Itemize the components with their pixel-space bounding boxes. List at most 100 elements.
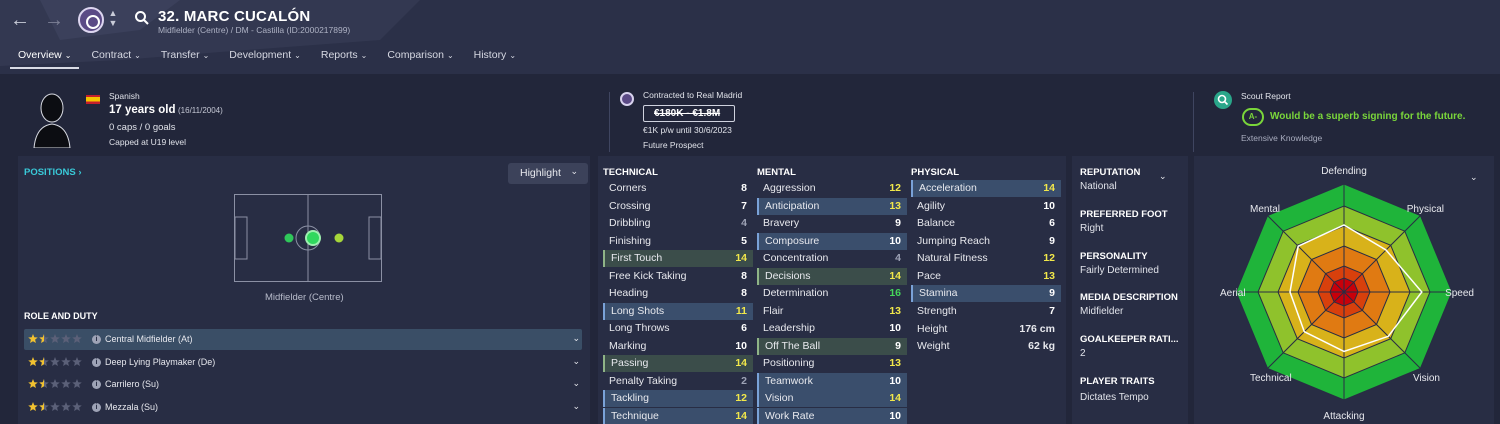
attribute-name: Flair [763, 304, 784, 317]
attribute-row[interactable]: Natural Fitness 12 [911, 250, 1061, 267]
back-arrow-icon[interactable]: ← [8, 8, 32, 32]
tab-reports[interactable]: Reports ⌄ [313, 45, 375, 69]
attribute-name: Vision [765, 392, 794, 404]
attribute-row[interactable]: Jumping Reach 9 [911, 233, 1061, 250]
info-icon[interactable]: i [92, 358, 101, 367]
chevron-right-icon: › [78, 167, 82, 178]
attribute-value: 13 [889, 357, 901, 369]
attribute-row[interactable]: Pace 13 [911, 268, 1061, 285]
attribute-row[interactable]: Free Kick Taking 8 [603, 268, 753, 285]
chevron-down-icon[interactable]: ⌄ [572, 333, 580, 344]
attribute-value: 14 [889, 269, 901, 282]
tab-overview[interactable]: Overview ⌄ [10, 45, 80, 69]
goalkeeper-value: 2 [1080, 348, 1086, 359]
attribute-name: Concentration [763, 252, 829, 264]
star-rating-icon [28, 357, 84, 367]
tab-contract[interactable]: Contract ⌄ [83, 45, 148, 69]
spain-flag-icon [86, 95, 100, 104]
player-switch-icon[interactable]: ▲ ▼ [108, 8, 118, 34]
star-rating-icon [28, 379, 84, 389]
attribute-row[interactable]: Passing 14 [603, 355, 753, 372]
attribute-row[interactable]: Corners 8 [603, 180, 753, 197]
chevron-down-icon[interactable]: ⌄ [572, 378, 580, 389]
attribute-name: First Touch [611, 252, 663, 264]
attribute-value: 11 [735, 304, 747, 317]
role-row[interactable]: i Deep Lying Playmaker (De) ⌄ [24, 352, 582, 373]
transfer-value[interactable]: €180K - €1.8M [643, 105, 735, 122]
contracted-to: Contracted to Real Madrid [643, 90, 743, 100]
tab-comparison[interactable]: Comparison ⌄ [379, 45, 461, 69]
tab-history[interactable]: History ⌄ [466, 45, 524, 69]
scout-search-icon[interactable] [1214, 91, 1232, 109]
search-icon[interactable] [134, 10, 150, 26]
attribute-row[interactable]: Acceleration 14 [911, 180, 1061, 197]
scout-summary: Would be a superb signing for the future… [1270, 111, 1466, 122]
attribute-row[interactable]: Flair 13 [757, 303, 907, 320]
attribute-row[interactable]: Agility 10 [911, 198, 1061, 215]
attribute-row[interactable]: Marking 10 [603, 338, 753, 355]
attribute-name: Decisions [765, 269, 811, 282]
attribute-row[interactable]: Heading 8 [603, 285, 753, 302]
attribute-value: 13 [889, 199, 901, 212]
attribute-row[interactable]: Decisions 14 [757, 267, 907, 285]
attribute-row[interactable]: Leadership 10 [757, 320, 907, 337]
attribute-row[interactable]: Work Rate 10 [757, 407, 907, 424]
highlight-dropdown[interactable]: Highlight ⌄ [508, 163, 588, 184]
preferred-foot-heading: PREFERRED FOOT [1080, 209, 1168, 220]
attribute-value: 8 [741, 269, 747, 282]
weight-value: 62 kg [1028, 340, 1055, 352]
tab-label: Development [229, 49, 292, 61]
attribute-row[interactable]: Teamwork 10 [757, 372, 907, 390]
attribute-row[interactable]: Vision 14 [757, 390, 907, 407]
chevron-down-icon[interactable]: ⌄ [572, 356, 580, 367]
height-value: 176 cm [1019, 323, 1055, 335]
info-icon[interactable]: i [92, 380, 101, 389]
chevron-down-icon[interactable]: ⌄ [572, 401, 580, 412]
attribute-radar-chart: Defending Physical Speed Vision Attacking Tec… [1220, 166, 1474, 422]
attribute-row[interactable]: Strength 7 [911, 303, 1061, 320]
attribute-row[interactable]: Positioning 13 [757, 355, 907, 372]
attribute-name: Work Rate [765, 409, 815, 422]
info-icon[interactable]: i [92, 335, 101, 344]
attribute-row[interactable]: Composure 10 [757, 232, 907, 250]
radar-label: Mental [1250, 204, 1280, 215]
attribute-name: Finishing [609, 234, 652, 247]
role-row[interactable]: i Mezzala (Su) ⌄ [24, 397, 582, 418]
info-icon[interactable]: i [92, 403, 101, 412]
attribute-row[interactable]: Penalty Taking 2 [603, 373, 753, 390]
chevron-down-icon: ⌄ [570, 166, 578, 176]
attribute-name: Penalty Taking [609, 374, 678, 387]
attribute-row[interactable]: Bravery 9 [757, 215, 907, 232]
prospect-status: Future Prospect [643, 140, 704, 150]
positions-heading[interactable]: POSITIONS › [24, 167, 82, 178]
tab-transfer[interactable]: Transfer ⌄ [153, 45, 217, 69]
player-silhouette-icon [32, 90, 72, 149]
attribute-row[interactable]: Determination 16 [757, 285, 907, 302]
role-row[interactable]: i Central Midfielder (At) ⌄ [24, 329, 582, 350]
forward-arrow-icon[interactable]: → [42, 8, 66, 32]
role-row[interactable]: i Carrilero (Su) ⌄ [24, 374, 582, 395]
attribute-row[interactable]: Long Shots 11 [603, 302, 753, 320]
tab-development[interactable]: Development ⌄ [221, 45, 309, 69]
attribute-row[interactable]: Long Throws 6 [603, 320, 753, 337]
attribute-name: Crossing [609, 199, 651, 212]
highlight-label: Highlight [520, 167, 561, 179]
attribute-row[interactable]: Balance 6 [911, 215, 1061, 232]
attribute-row[interactable]: Off The Ball 9 [757, 337, 907, 355]
attribute-row[interactable]: Concentration 4 [757, 250, 907, 267]
attribute-row[interactable]: Technique 14 [603, 407, 753, 424]
scout-report-title: Scout Report [1241, 91, 1291, 101]
radar-label: Vision [1413, 373, 1440, 384]
reputation-heading: REPUTATION [1080, 167, 1141, 178]
attribute-row[interactable]: Aggression 12 [757, 180, 907, 197]
attribute-row[interactable]: Dribbling 4 [603, 215, 753, 232]
chevron-down-icon[interactable]: ⌄ [1159, 171, 1167, 182]
club-badge-icon[interactable] [78, 7, 104, 33]
attribute-row[interactable]: Finishing 5 [603, 233, 753, 250]
attribute-value: 12 [1043, 252, 1055, 264]
attribute-row[interactable]: Tackling 12 [603, 390, 753, 407]
attribute-row[interactable]: Stamina 9 [911, 285, 1061, 302]
attribute-row[interactable]: Anticipation 13 [757, 197, 907, 215]
attribute-row[interactable]: First Touch 14 [603, 250, 753, 267]
attribute-row[interactable]: Crossing 7 [603, 198, 753, 215]
